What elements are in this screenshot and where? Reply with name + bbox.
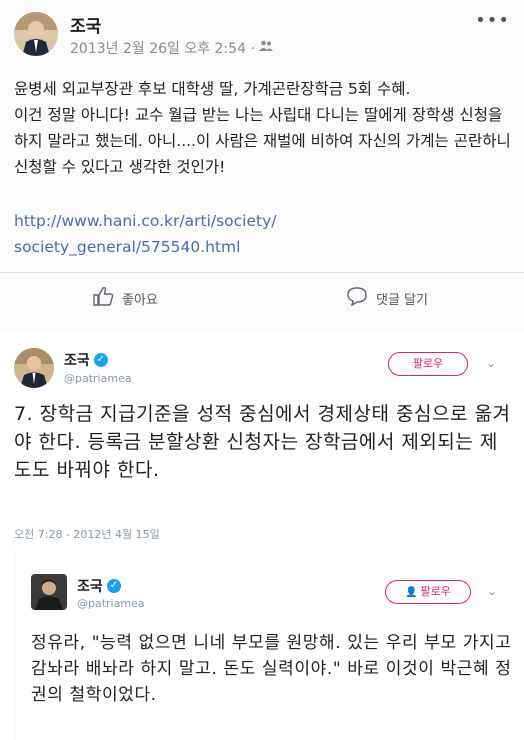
quoted-tweet-text: 정유라, "능력 없으면 니네 부모를 원망해. 있는 우리 부모 가지고 감놔… — [31, 633, 518, 705]
tweet-handle[interactable]: @patriamea — [64, 372, 132, 385]
like-button[interactable]: 좋아요 — [92, 286, 158, 310]
comment-label: 댓글 달기 — [376, 292, 428, 308]
author-name[interactable]: 조국 — [70, 12, 101, 37]
facebook-post: 조국 2013년 2월 26일 오후 2:54 · ••• 윤병세 외교부장관 … — [0, 0, 524, 331]
tweet-author[interactable]: 조국 ✓ — [64, 350, 108, 370]
friends-icon — [258, 40, 273, 56]
divider — [0, 272, 524, 273]
comment-button[interactable]: 댓글 달기 — [346, 286, 428, 310]
tweet: 조국 ✓ @patriamea 팔로우 ⌄ 7. 장학금 지급기준을 성적 중심… — [0, 338, 524, 740]
chevron-down-icon[interactable]: ⌄ — [486, 356, 496, 370]
post-link[interactable]: http://www.hani.co.kr/arti/society/ soci… — [14, 208, 514, 260]
thumbs-up-icon — [92, 286, 114, 310]
post-meta: 2013년 2월 26일 오후 2:54 · — [70, 38, 273, 58]
more-options-icon[interactable]: ••• — [475, 10, 510, 31]
tweet-text: 7. 장학금 지급기준을 성적 중심에서 경제상태 중심으로 옮겨야 한다. 등… — [14, 403, 511, 481]
quoted-tweet-author[interactable]: 조국 ✓ — [77, 576, 121, 596]
verified-badge-icon: ✓ — [106, 579, 121, 593]
verified-badge-icon: ✓ — [93, 353, 108, 367]
follow-button[interactable]: 팔로우 — [388, 352, 468, 376]
quoted-tweet-author-name: 조국 — [77, 579, 103, 595]
quoted-tweet[interactable]: 조국 ✓ @patriamea 👤 팔로우 ⌄ 정유라, "능력 없으면 니네 부… — [14, 550, 523, 740]
quoted-follow-button[interactable]: 👤 팔로우 — [385, 580, 471, 604]
quoted-follow-label: 팔로우 — [420, 585, 451, 598]
screenshot-gap — [0, 330, 524, 338]
post-timestamp[interactable]: 2013년 2월 26일 오후 2:54 · — [70, 38, 255, 58]
tweet-timestamp[interactable]: 오전 7:28 - 2012년 4월 15일 — [14, 526, 160, 542]
quoted-tweet-avatar[interactable] — [31, 574, 67, 610]
add-user-icon: 👤 — [405, 587, 418, 598]
quoted-tweet-handle[interactable]: @patriamea — [77, 597, 145, 610]
profile-avatar[interactable] — [14, 12, 58, 56]
chevron-down-icon[interactable]: ⌄ — [487, 584, 497, 598]
tweet-author-name: 조국 — [64, 353, 90, 369]
post-body: 윤병세 외교부장관 후보 대학생 딸, 가계곤란장학금 5회 수혜. 이건 정말… — [14, 80, 511, 176]
comment-icon — [346, 286, 368, 310]
like-label: 좋아요 — [122, 292, 158, 308]
tweet-avatar[interactable] — [14, 348, 54, 388]
